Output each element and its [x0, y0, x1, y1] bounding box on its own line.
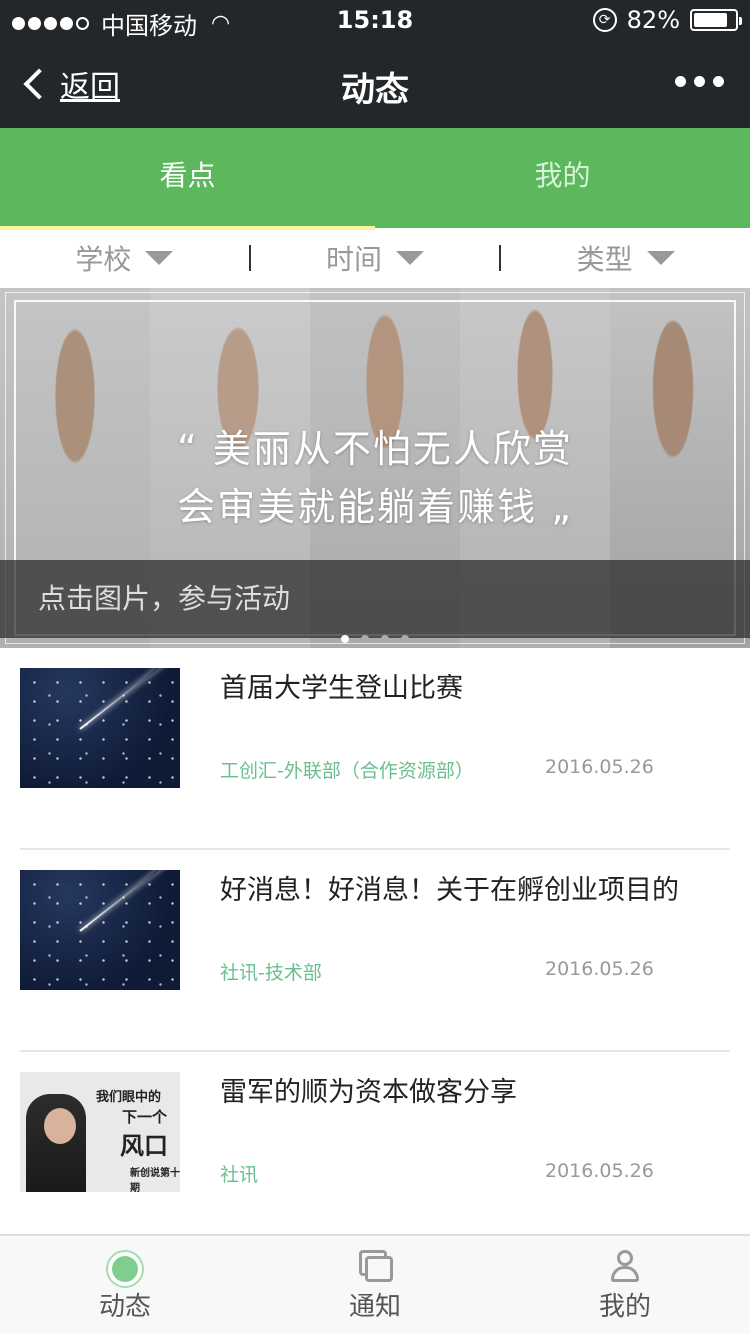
pager-dot[interactable]	[361, 635, 369, 643]
pager-dot[interactable]	[381, 635, 389, 643]
article-thumbnail: 我们眼中的 下一个 风口 新创说第十期	[20, 1072, 180, 1192]
user-icon	[611, 1250, 639, 1282]
banner-quote-line-2: 会审美就能躺着赚钱 „	[177, 485, 573, 529]
dropdown-arrow-icon	[646, 251, 675, 265]
page-title: 动态	[341, 70, 409, 110]
top-bar: 中国移动 ◠ 15:18 ⟳ 82% 返回 动态	[0, 0, 750, 128]
carousel-pager[interactable]	[0, 635, 750, 643]
thumbnail-text: 风口	[120, 1132, 168, 1160]
article-title: 首届大学生登山比赛	[220, 673, 463, 704]
more-dot-icon	[675, 76, 686, 87]
dropdown-arrow-icon	[145, 251, 174, 265]
article-title: 雷军的顺为资本做客分享	[220, 1077, 517, 1108]
bottom-tab-bar: 动态 通知 我的	[0, 1234, 750, 1334]
tabbar-item-feed[interactable]: 动态	[0, 1236, 250, 1334]
article-title: 好消息！好消息！关于在孵创业项目的	[220, 875, 679, 906]
thumbnail-text: 下一个	[122, 1108, 168, 1126]
banner-quote-line-1: “ 美丽从不怕无人欣赏	[177, 427, 573, 471]
thumbnail-text: 我们眼中的	[96, 1090, 162, 1105]
list-item[interactable]: 首届大学生登山比赛 工创汇-外联部（合作资源部） 2016.05.26	[20, 648, 730, 850]
thumbnail-person	[26, 1094, 86, 1192]
dropdown-arrow-icon	[396, 251, 425, 265]
article-date: 2016.05.26	[545, 1160, 654, 1182]
filter-school-label: 学校	[75, 243, 132, 276]
tabbar-label: 通知	[348, 1292, 401, 1322]
article-thumbnail	[20, 870, 180, 990]
list-item[interactable]: 我们眼中的 下一个 风口 新创说第十期 雷军的顺为资本做客分享 社讯 2016.…	[20, 1052, 730, 1254]
more-dot-icon	[713, 76, 724, 87]
filter-school[interactable]: 学校	[0, 238, 249, 278]
article-date: 2016.05.26	[545, 756, 654, 778]
battery-icon	[690, 9, 742, 31]
chat-icon	[365, 1256, 393, 1282]
segment-tabs: 看点 我的	[0, 128, 750, 230]
article-thumbnail	[20, 668, 180, 788]
thumbnail-text: 新创说第十期	[130, 1168, 180, 1192]
battery-percent: 82%	[626, 6, 680, 34]
tabbar-item-mine[interactable]: 我的	[500, 1236, 750, 1334]
banner-caption: 点击图片，参与活动	[0, 560, 750, 638]
filter-type[interactable]: 类型	[501, 238, 750, 278]
tab-kandian[interactable]: 看点	[0, 128, 375, 230]
article-source: 社讯-技术部	[220, 962, 322, 984]
status-bar: 中国移动 ◠ 15:18 ⟳ 82%	[0, 0, 750, 40]
filter-type-label: 类型	[576, 243, 633, 276]
tabbar-item-notice[interactable]: 通知	[250, 1236, 500, 1334]
filter-bar: 学校 时间 类型	[0, 228, 750, 288]
article-date: 2016.05.26	[545, 958, 654, 980]
tabbar-label: 动态	[98, 1292, 151, 1322]
list-item[interactable]: 好消息！好消息！关于在孵创业项目的 社讯-技术部 2016.05.26	[20, 850, 730, 1052]
filter-time[interactable]: 时间	[251, 238, 500, 278]
article-source: 工创汇-外联部（合作资源部）	[220, 760, 474, 782]
article-source: 社讯	[220, 1164, 259, 1186]
pager-dot[interactable]	[401, 635, 409, 643]
pager-dot[interactable]	[341, 635, 349, 643]
tab-mine[interactable]: 我的	[375, 128, 750, 228]
more-dot-icon	[694, 76, 705, 87]
more-menu-button[interactable]	[675, 76, 724, 87]
article-list: 首届大学生登山比赛 工创汇-外联部（合作资源部） 2016.05.26 好消息！…	[0, 648, 750, 1254]
status-right: ⟳ 82%	[592, 6, 742, 34]
rotation-lock-icon: ⟳	[592, 8, 617, 32]
tabbar-label: 我的	[598, 1292, 651, 1322]
filter-time-label: 时间	[326, 243, 383, 276]
banner-carousel[interactable]: “ 美丽从不怕无人欣赏 会审美就能躺着赚钱 „ 点击图片，参与活动	[0, 288, 750, 648]
sun-icon	[112, 1256, 138, 1282]
